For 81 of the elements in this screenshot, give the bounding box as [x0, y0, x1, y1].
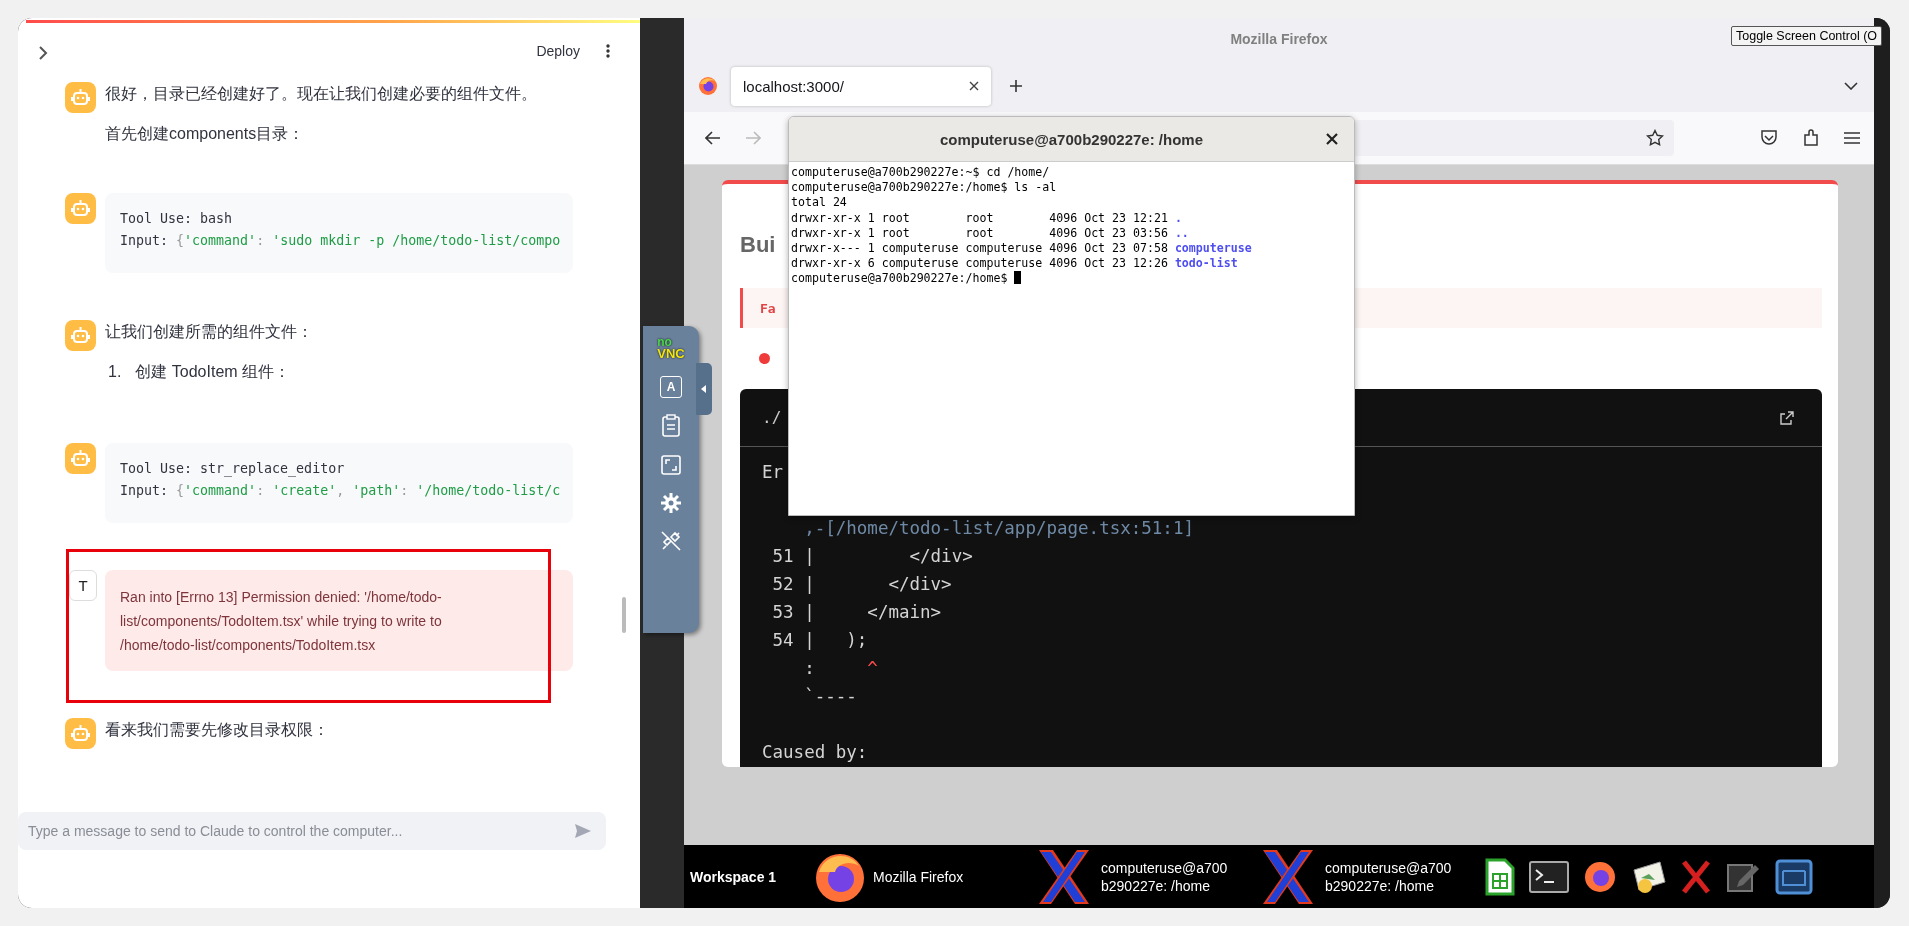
robot-avatar — [65, 320, 96, 351]
code-line: Er — [762, 462, 784, 482]
task-label[interactable]: Mozilla Firefox — [873, 867, 964, 886]
fullscreen-icon[interactable] — [660, 454, 682, 476]
task-label[interactable]: computeruse@a700 b290227e: /home — [1101, 858, 1228, 895]
terminal-line: drwxr-xr-x 1 root root 4096 Oct 23 12:21 — [791, 210, 1168, 225]
toggle-screen-control-button[interactable]: Toggle Screen Control (O — [1731, 26, 1883, 46]
extensions-icon[interactable] — [1802, 129, 1820, 147]
code-line: 52 | </div> — [771, 574, 952, 594]
terminal-line: drwxr-xr-x 6 computeruse computeruse 4096 Oct 23 12:26 — [791, 256, 1168, 271]
control-bar-handle[interactable] — [696, 363, 712, 415]
workspace-label[interactable]: Workspace 1 — [690, 868, 813, 885]
novnc-logo: no VNC — [657, 336, 685, 360]
close-icon[interactable] — [969, 81, 979, 91]
message-input-field[interactable]: Type a message to send to Claude to control the computer... — [18, 812, 606, 850]
message-input[interactable]: Type a message to send to Claude to control the computer... — [26, 822, 574, 840]
alert-text: Fa — [760, 300, 776, 316]
terminal-title: computeruse@a700b290227e: /home — [939, 130, 1204, 148]
terminal-line: computeruse@a700b290227e:/home$ — [791, 271, 1008, 286]
code-line: Caused by: — [762, 742, 868, 762]
window-icon[interactable] — [1775, 858, 1813, 895]
back-icon[interactable] — [705, 131, 721, 145]
code-line: Tool Use: str_replace_editor — [120, 460, 345, 479]
code-line: Input: {'command': 'sudo mkdir -p /home/todo-list/compo — [120, 232, 561, 250]
code-line: : — [803, 658, 815, 678]
directory-name: .. — [1174, 225, 1189, 240]
image-viewer-icon[interactable] — [1631, 859, 1667, 894]
more-options-icon[interactable] — [606, 44, 610, 58]
robot-avatar — [65, 718, 96, 749]
list-item-text: 创建 TodoItem 组件： — [135, 362, 291, 382]
code-line: 51 | </div> — [771, 546, 973, 566]
window-title: Mozilla Firefox — [1230, 31, 1328, 47]
firefox-icon — [698, 76, 718, 96]
deploy-button[interactable]: Deploy — [534, 39, 582, 63]
sidebar-expand-icon[interactable] — [38, 46, 48, 60]
menu-icon[interactable] — [1844, 132, 1860, 144]
task-label[interactable]: computeruse@a700 b290227e: /home — [1325, 858, 1452, 895]
page-heading: Bui — [740, 232, 776, 258]
chevron-down-icon[interactable] — [1844, 82, 1858, 90]
code-line: Input: {'command': 'create', 'path': '/home/todo-list/c — [120, 482, 561, 500]
robot-avatar — [65, 82, 96, 113]
robot-avatar — [65, 443, 96, 474]
robot-avatar — [65, 193, 96, 224]
directory-name: computeruse — [1174, 241, 1252, 255]
keyboard-button[interactable]: A — [660, 376, 682, 398]
pocket-icon[interactable] — [1760, 130, 1778, 146]
bookmark-star-icon[interactable] — [1646, 129, 1664, 147]
firefox-icon[interactable] — [1583, 859, 1617, 894]
scrollbar-thumb[interactable] — [622, 597, 626, 633]
message-text: 首先创建components目录： — [105, 124, 306, 144]
terminal-line: drwxr-xr-x 1 root root 4096 Oct 23 03:56 — [791, 225, 1168, 240]
close-icon[interactable] — [1326, 133, 1338, 145]
list-number: 1. — [108, 362, 122, 382]
settings-icon[interactable] — [660, 492, 682, 514]
user-avatar: T — [69, 570, 97, 601]
clipboard-icon[interactable] — [660, 414, 682, 438]
new-tab-icon[interactable] — [1009, 79, 1023, 93]
terminal-line: drwxr-x--- 1 computeruse computeruse 4096 Oct 23 07:58 — [791, 241, 1168, 255]
code-line: ,-[/home/todo-list/app/page.tsx:51:1] — [803, 518, 1194, 538]
file-path: ./ — [762, 408, 782, 427]
directory-name: todo-list — [1174, 256, 1238, 271]
code-line: `---- — [803, 686, 857, 706]
spreadsheet-icon[interactable] — [1485, 857, 1515, 896]
message-text: 让我们创建所需的组件文件： — [105, 322, 314, 342]
code-line: Tool Use: bash — [120, 210, 233, 228]
directory-name: . — [1174, 210, 1182, 225]
pdf-viewer-icon[interactable] — [1681, 858, 1711, 895]
message-text: 看来我们需要先修改目录权限： — [105, 720, 330, 740]
browser-tab[interactable]: localhost:3000/ — [731, 66, 991, 106]
code-line: 53 | </main> — [771, 602, 942, 622]
terminal-line: computeruse@a700b290227e:~$ cd /home/ — [791, 165, 1050, 179]
terminal-line: computeruse@a700b290227e:/home$ ls -al — [791, 180, 1057, 195]
error-message: Ran into [Errno 13] Permission denied: '/home/todo-list/components/TodoItem.tsx' while trying to write to /home/todo-list/components/TodoItem.tsx — [105, 570, 573, 671]
terminal-line: total 24 — [791, 195, 847, 210]
disconnect-icon[interactable] — [660, 530, 682, 552]
code-line: 54 | ); — [771, 630, 868, 650]
external-link-icon[interactable] — [1780, 410, 1794, 425]
status-dot — [759, 353, 770, 364]
terminal-icon[interactable] — [1529, 860, 1569, 893]
message-text: 很好，目录已经创建好了。现在让我们创建必要的组件文件。 — [105, 84, 538, 104]
caret-marker: ^ — [867, 658, 878, 678]
